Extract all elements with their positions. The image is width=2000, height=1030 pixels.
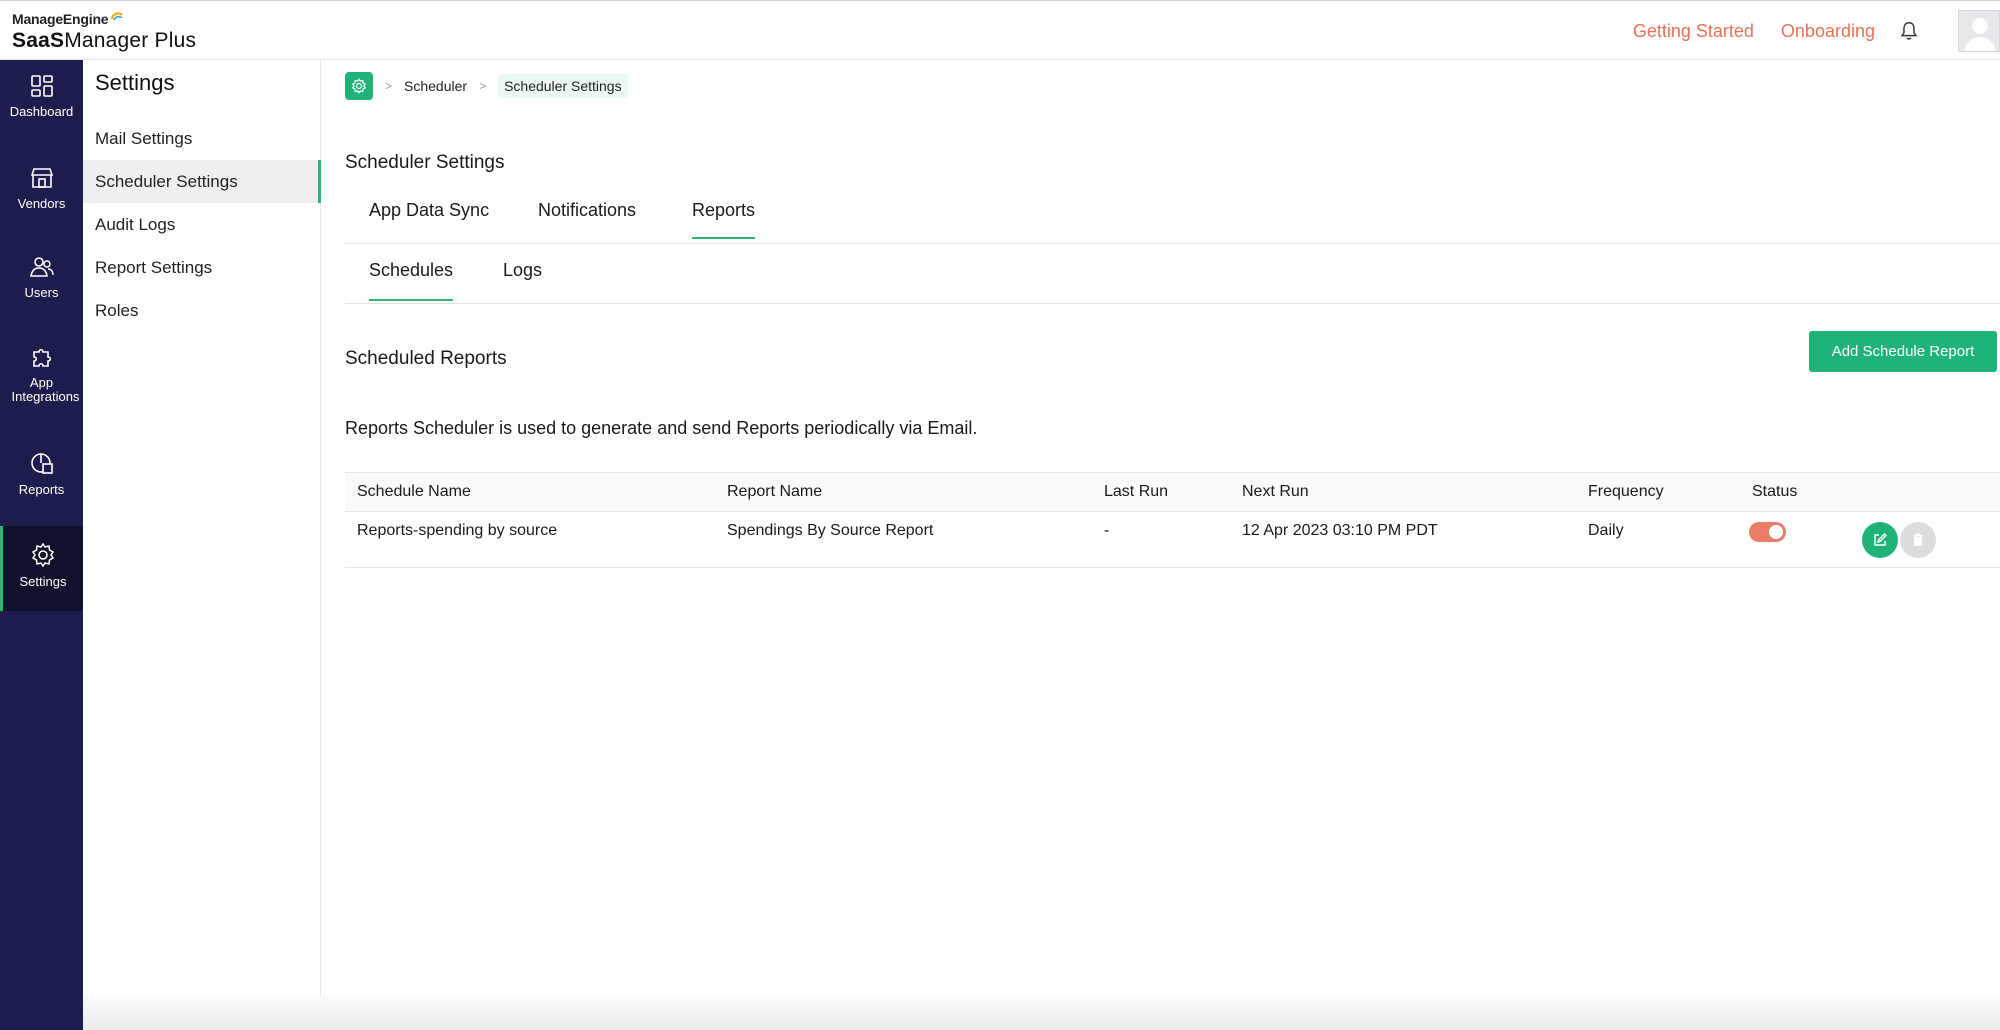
add-schedule-report-button[interactable]: Add Schedule Report [1809, 331, 1997, 372]
settings-panel: Settings Mail Settings Scheduler Setting… [83, 60, 321, 1030]
column-header[interactable]: Report Name [727, 483, 822, 501]
settings-item-audit-logs[interactable]: Audit Logs [83, 203, 321, 246]
tab-reports[interactable]: Reports [692, 200, 756, 239]
users-icon [29, 257, 54, 277]
puzzle-icon [32, 348, 51, 367]
main-content: > Scheduler > Scheduler Settings Schedul… [321, 60, 2000, 1030]
nav-label: Settings [19, 574, 67, 589]
gear-icon [351, 78, 367, 94]
reports-icon [30, 453, 53, 474]
nav-users[interactable]: Users [0, 255, 83, 300]
top-header: ManageEngine SaaSManager Plus Getting St… [0, 0, 2000, 60]
nav-label: Reports [18, 482, 65, 497]
nav-settings[interactable]: Settings [0, 526, 83, 611]
brand-arc-icon [111, 12, 123, 21]
nav-dashboard[interactable]: Dashboard [0, 74, 83, 119]
tab-schedules[interactable]: Schedules [369, 260, 454, 301]
breadcrumb: > Scheduler > Scheduler Settings [345, 72, 628, 100]
column-header[interactable]: Status [1752, 483, 1797, 501]
nav-label: Dashboard [9, 104, 74, 119]
section-title: Scheduled Reports [345, 348, 507, 369]
settings-item-mail[interactable]: Mail Settings [83, 117, 321, 160]
nav-label: App Integrations [11, 375, 80, 404]
gear-icon [31, 542, 55, 568]
store-icon [30, 168, 53, 188]
column-header[interactable]: Last Run [1104, 483, 1168, 501]
primary-tabs: App Data Sync Notifications Reports [345, 188, 2000, 244]
product-logo[interactable]: ManageEngine SaaSManager Plus [12, 11, 196, 53]
breadcrumb-separator: > [385, 79, 393, 93]
product-name: SaaSManager Plus [12, 29, 197, 52]
toggle-knob [1769, 525, 1783, 539]
settings-item-report-settings[interactable]: Report Settings [83, 246, 321, 289]
bell-icon[interactable] [1898, 20, 1920, 42]
footer-shade [83, 996, 2000, 1030]
dashboard-icon [30, 75, 53, 97]
left-navigation: Dashboard Vendors Users App Integrations… [0, 60, 83, 1030]
nav-vendors[interactable]: Vendors [0, 166, 83, 211]
tab-notifications[interactable]: Notifications [538, 200, 636, 237]
page-title: Scheduler Settings [345, 152, 505, 173]
table-header: Schedule Name Report Name Last Run Next … [345, 472, 2000, 512]
nav-label: Vendors [17, 196, 66, 211]
tab-logs[interactable]: Logs [503, 260, 542, 299]
column-header[interactable]: Schedule Name [357, 483, 471, 501]
cell-last-run: - [1104, 522, 1110, 539]
cell-frequency: Daily [1588, 522, 1624, 539]
onboarding-link[interactable]: Onboarding [1781, 21, 1875, 42]
settings-panel-title: Settings [95, 70, 175, 95]
breadcrumb-separator: > [479, 79, 487, 93]
scheduled-reports-table: Schedule Name Report Name Last Run Next … [345, 472, 2000, 568]
settings-item-roles[interactable]: Roles [83, 289, 321, 332]
breadcrumb-current: Scheduler Settings [498, 74, 628, 98]
brand-name: ManageEngine [12, 11, 109, 27]
edit-button[interactable] [1862, 522, 1898, 558]
user-avatar-icon [1964, 18, 1996, 51]
column-header[interactable]: Next Run [1242, 483, 1309, 501]
nav-reports[interactable]: Reports [0, 450, 83, 497]
nav-app-integrations[interactable]: App Integrations [0, 344, 83, 404]
getting-started-link[interactable]: Getting Started [1633, 21, 1754, 42]
section-description: Reports Scheduler is used to generate an… [345, 418, 978, 438]
nav-label: Users [24, 285, 59, 300]
secondary-tabs: Schedules Logs [345, 244, 2000, 304]
column-header[interactable]: Frequency [1588, 483, 1664, 501]
table-row: Reports-spending by source Spendings By … [345, 512, 2000, 568]
cell-schedule-name: Reports-spending by source [357, 522, 558, 539]
avatar[interactable] [1958, 10, 2000, 52]
delete-button[interactable] [1900, 522, 1936, 558]
cell-next-run: 12 Apr 2023 03:10 PM PDT [1242, 522, 1438, 539]
breadcrumb-home[interactable] [345, 72, 373, 100]
breadcrumb-scheduler[interactable]: Scheduler [404, 78, 467, 94]
cell-report-name: Spendings By Source Report [727, 522, 934, 539]
tab-app-data-sync[interactable]: App Data Sync [369, 200, 489, 237]
status-toggle[interactable] [1749, 522, 1786, 542]
settings-item-scheduler[interactable]: Scheduler Settings [83, 160, 321, 203]
trash-icon [1913, 533, 1923, 546]
edit-icon [1874, 533, 1887, 546]
